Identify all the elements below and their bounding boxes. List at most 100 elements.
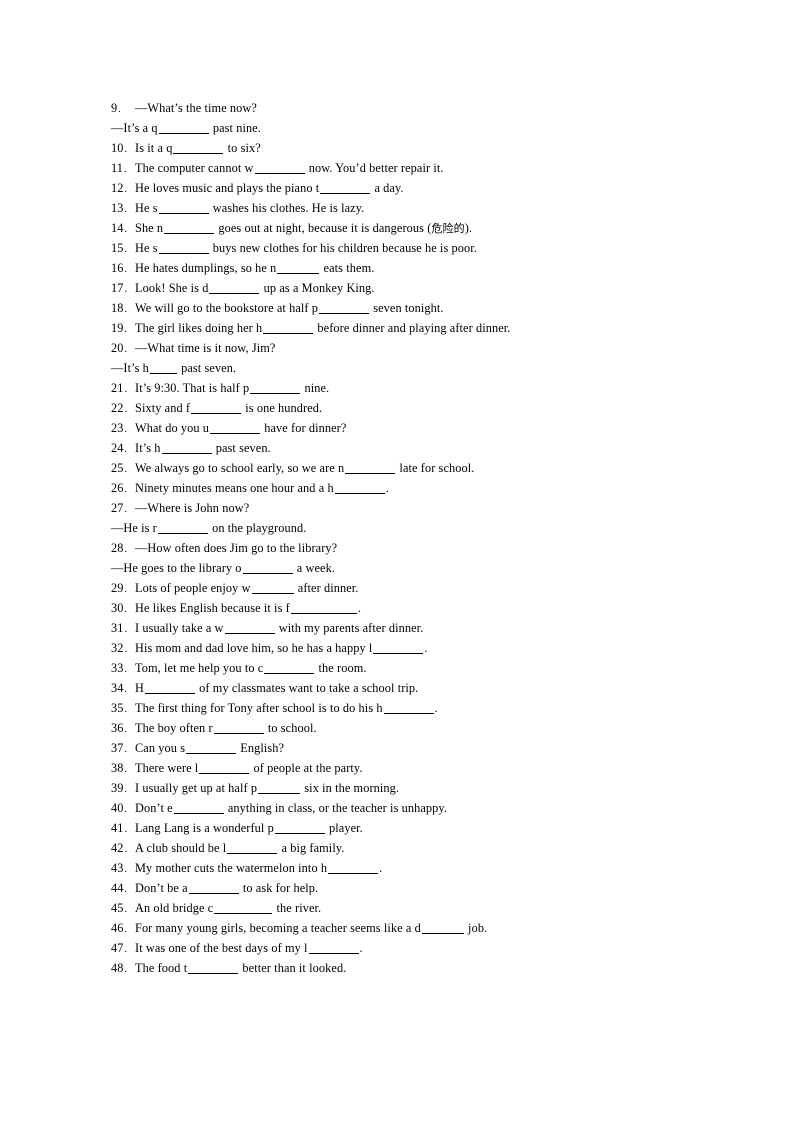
chinese-gloss: 危险的 bbox=[431, 222, 465, 235]
text-run: now. You’d better repair it. bbox=[305, 161, 444, 175]
answer-blank[interactable] bbox=[186, 741, 237, 754]
question-number: 24. bbox=[111, 441, 128, 455]
text-run: goes out at night, because it is dangero… bbox=[215, 221, 432, 235]
answer-blank[interactable] bbox=[258, 781, 301, 794]
answer-blank[interactable] bbox=[210, 421, 261, 434]
answer-blank[interactable] bbox=[254, 161, 305, 174]
answer-blank[interactable] bbox=[173, 801, 224, 814]
text-run: Sixty and f bbox=[135, 401, 191, 415]
question-text: He s buys new clothes for his children b… bbox=[135, 241, 477, 255]
question-number-period: . bbox=[124, 504, 128, 515]
text-run: after dinner. bbox=[294, 581, 359, 595]
answer-blank[interactable] bbox=[158, 121, 209, 134]
answer-blank[interactable] bbox=[157, 521, 208, 534]
answer-blank[interactable] bbox=[274, 821, 325, 834]
answer-blank[interactable] bbox=[158, 201, 209, 214]
answer-blank[interactable] bbox=[173, 141, 224, 154]
question-text: —It’s a q past nine. bbox=[111, 121, 261, 135]
question-number: 26. bbox=[111, 481, 128, 495]
answer-blank[interactable] bbox=[191, 401, 242, 414]
question-number: 18. bbox=[111, 301, 128, 315]
answer-blank[interactable] bbox=[242, 561, 293, 574]
answer-blank[interactable] bbox=[144, 681, 195, 694]
answer-blank[interactable] bbox=[227, 841, 278, 854]
question-text: H of my classmates want to take a school… bbox=[135, 681, 418, 695]
question-number-period: . bbox=[124, 244, 128, 255]
question-number: 30. bbox=[111, 601, 128, 615]
text-run: For many young girls, becoming a teacher… bbox=[135, 921, 421, 935]
question-number-period: . bbox=[124, 644, 128, 655]
answer-blank[interactable] bbox=[188, 961, 239, 974]
question-number: 42. bbox=[111, 841, 128, 855]
question-number-period: . bbox=[124, 624, 128, 635]
question-number: 48. bbox=[111, 961, 128, 975]
answer-blank[interactable] bbox=[161, 441, 212, 454]
question-text: There were l of people at the party. bbox=[135, 761, 363, 775]
answer-blank[interactable] bbox=[328, 861, 379, 874]
answer-blank[interactable] bbox=[251, 581, 294, 594]
question-number: 25. bbox=[111, 461, 128, 475]
question-text: Is it a q to six? bbox=[135, 141, 261, 155]
answer-blank[interactable] bbox=[320, 181, 371, 194]
question-text: —He is r on the playground. bbox=[111, 521, 306, 535]
question-line: 28. —How often does Jim go to the library… bbox=[111, 538, 711, 558]
question-text: An old bridge c the river. bbox=[135, 901, 321, 915]
text-run: late for school. bbox=[396, 461, 475, 475]
answer-blank[interactable] bbox=[290, 601, 357, 614]
text-run: have for dinner? bbox=[261, 421, 347, 435]
answer-blank[interactable] bbox=[345, 461, 396, 474]
answer-blank[interactable] bbox=[214, 901, 273, 914]
answer-blank[interactable] bbox=[319, 301, 370, 314]
answer-blank[interactable] bbox=[209, 281, 260, 294]
question-text: The girl likes doing her h before dinner… bbox=[135, 321, 510, 335]
text-run: washes his clothes. He is lazy. bbox=[209, 201, 365, 215]
question-number-period: . bbox=[124, 404, 128, 415]
question-number: 43. bbox=[111, 861, 128, 875]
text-run: the room. bbox=[315, 661, 367, 675]
text-run: —What time is it now, Jim? bbox=[135, 341, 276, 355]
answer-blank[interactable] bbox=[250, 381, 301, 394]
answer-blank[interactable] bbox=[263, 321, 314, 334]
answer-blank[interactable] bbox=[383, 701, 434, 714]
question-line: 21. It’s 9:30. That is half p nine. bbox=[111, 378, 711, 398]
text-run: The first thing for Tony after school is… bbox=[135, 701, 383, 715]
text-run: of people at the party. bbox=[250, 761, 363, 775]
question-line: 29. Lots of people enjoy w after dinner. bbox=[111, 578, 711, 598]
text-run: past seven. bbox=[177, 361, 237, 375]
question-line: 10. Is it a q to six? bbox=[111, 138, 711, 158]
text-run: . bbox=[359, 941, 363, 955]
question-number-period: . bbox=[124, 224, 128, 235]
text-run: It was one of the best days of my l bbox=[135, 941, 308, 955]
question-number-period: . bbox=[124, 664, 128, 675]
question-line: 39. I usually get up at half p six in the… bbox=[111, 778, 711, 798]
answer-blank[interactable] bbox=[164, 221, 215, 234]
text-run: He likes English because it is f bbox=[135, 601, 290, 615]
text-run: We will go to the bookstore at half p bbox=[135, 301, 319, 315]
answer-blank[interactable] bbox=[224, 621, 275, 634]
question-number-period: . bbox=[124, 284, 128, 295]
question-line: 27. —Where is John now? bbox=[111, 498, 711, 518]
answer-blank[interactable] bbox=[213, 721, 264, 734]
question-number-period: . bbox=[124, 604, 128, 615]
answer-blank[interactable] bbox=[158, 241, 209, 254]
answer-blank[interactable] bbox=[308, 941, 359, 954]
text-run: The computer cannot w bbox=[135, 161, 254, 175]
answer-blank[interactable] bbox=[334, 481, 385, 494]
question-text: Tom, let me help you to c the room. bbox=[135, 661, 367, 675]
answer-blank[interactable] bbox=[188, 881, 239, 894]
answer-blank[interactable] bbox=[277, 261, 320, 274]
question-number-period: . bbox=[124, 484, 128, 495]
text-run: a day. bbox=[371, 181, 404, 195]
answer-blank[interactable] bbox=[264, 661, 315, 674]
text-run: six in the morning. bbox=[301, 781, 400, 795]
question-line: 44. Don’t be a to ask for help. bbox=[111, 878, 711, 898]
question-number: 9. bbox=[111, 101, 121, 115]
question-line: 36. The boy often r to school. bbox=[111, 718, 711, 738]
question-text: The boy often r to school. bbox=[135, 721, 317, 735]
answer-blank[interactable] bbox=[199, 761, 250, 774]
answer-blank[interactable] bbox=[373, 641, 424, 654]
text-run: eats them. bbox=[320, 261, 375, 275]
answer-blank[interactable] bbox=[149, 361, 177, 374]
question-number-period: . bbox=[124, 264, 128, 275]
answer-blank[interactable] bbox=[421, 921, 464, 934]
